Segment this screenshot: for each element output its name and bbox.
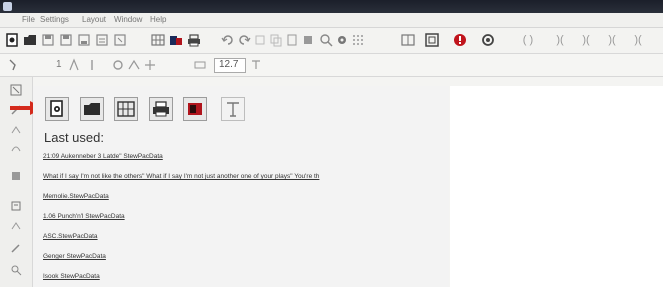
new-pattern-button[interactable] [45, 97, 69, 121]
recent-file-link[interactable]: Isook StewPacData [43, 273, 100, 280]
settings-gear-icon[interactable] [334, 32, 350, 48]
document-icon[interactable] [94, 32, 110, 48]
open-folder-icon[interactable] [22, 32, 38, 48]
fill-tool-icon[interactable] [9, 169, 23, 183]
save-as-icon[interactable] [58, 32, 74, 48]
thread-palette-icon[interactable] [168, 32, 184, 48]
bracket-double-icon[interactable]: )( [552, 32, 568, 48]
title-bar [0, 0, 663, 13]
redo-icon[interactable] [236, 32, 252, 48]
print-icon[interactable] [186, 32, 202, 48]
export-icon[interactable] [76, 32, 92, 48]
bracket-right-icon[interactable]: )( [604, 32, 620, 48]
recent-file-link[interactable]: 1.06 Punch'n'l StewPacData [43, 213, 125, 220]
menu-settings[interactable]: Settings [40, 15, 69, 24]
grid-big-icon [117, 101, 135, 117]
recent-file-link[interactable]: Genger StewPacData [43, 253, 106, 260]
cut-icon[interactable] [252, 32, 268, 48]
dots-grid-icon[interactable] [350, 32, 366, 48]
menu-file[interactable]: File [22, 15, 35, 24]
menu-bar: File Settings Layout Window Help [0, 13, 663, 28]
symbol-icon[interactable] [110, 57, 126, 73]
select-tool-icon[interactable] [9, 83, 23, 97]
menu-help[interactable]: Help [150, 15, 166, 24]
frame-icon[interactable] [424, 32, 440, 48]
open-folder-big-icon [84, 103, 100, 115]
thread-palette-button[interactable] [183, 97, 207, 121]
stitch-count-value: 1 [56, 59, 62, 70]
menu-layout[interactable]: Layout [82, 15, 106, 24]
backstitch-icon[interactable] [126, 57, 142, 73]
table-view-icon[interactable] [400, 32, 416, 48]
last-used-heading: Last used: [44, 130, 104, 145]
zoom-tool-icon[interactable] [9, 263, 23, 277]
stitch-b-icon[interactable] [84, 57, 100, 73]
paste-icon[interactable] [284, 32, 300, 48]
text-big-icon [227, 102, 239, 117]
refresh-icon[interactable] [480, 32, 496, 48]
bracket-left-icon[interactable]: ( ) [520, 32, 536, 48]
print-big-icon [153, 101, 169, 117]
ruler-icon[interactable] [192, 57, 208, 73]
zoom-value: 12.7 [219, 59, 239, 70]
recent-file-link[interactable]: 21:09 Aukenneber 3 Latde" StewPacData [43, 153, 163, 160]
picker-tool-icon[interactable] [9, 241, 23, 255]
new-pattern-big-icon [50, 100, 63, 117]
curve-tool-icon[interactable] [9, 141, 23, 155]
work-area[interactable] [450, 86, 663, 287]
bracket-pair-icon[interactable]: )( [578, 32, 594, 48]
recent-file-link[interactable]: Memolie.StewPacData [43, 193, 109, 200]
open-pattern-button[interactable] [80, 97, 104, 121]
zoom-icon[interactable] [318, 32, 334, 48]
save-icon[interactable] [40, 32, 56, 48]
recent-file-link[interactable]: What if I say I'm not like the others" W… [43, 173, 319, 180]
grid-view-button[interactable] [114, 97, 138, 121]
stitch-a-icon[interactable] [66, 57, 82, 73]
new-pattern-icon[interactable] [4, 32, 20, 48]
start-page-panel: Last used: 21:09 Aukenneber 3 Latde" Ste… [33, 86, 449, 287]
thread-palette-big-icon [188, 103, 202, 115]
menu-window[interactable]: Window [114, 15, 142, 24]
french-knot-icon[interactable] [142, 57, 158, 73]
stop-icon[interactable] [452, 32, 468, 48]
bracket-end-icon[interactable]: )( [630, 32, 646, 48]
recent-file-link[interactable]: ASC.StewPacData [43, 233, 98, 240]
format-toolbar: 1 12.7 [0, 54, 663, 77]
text-button[interactable] [221, 97, 245, 121]
print-button[interactable] [149, 97, 173, 121]
copy-icon[interactable] [268, 32, 284, 48]
text-tool-icon[interactable] [9, 199, 23, 213]
thread-tool-icon[interactable] [6, 57, 22, 73]
main-toolbar: ( ) )( )( )( )( [0, 28, 663, 54]
eraser-tool-icon[interactable] [9, 219, 23, 233]
app-icon [3, 2, 12, 11]
properties-icon[interactable] [112, 32, 128, 48]
line-tool-icon[interactable] [9, 123, 23, 137]
undo-icon[interactable] [220, 32, 236, 48]
zoom-field[interactable]: 12.7 [214, 58, 246, 73]
grid-icon[interactable] [150, 32, 166, 48]
select-icon[interactable] [300, 32, 316, 48]
spin-icon[interactable] [248, 57, 264, 73]
